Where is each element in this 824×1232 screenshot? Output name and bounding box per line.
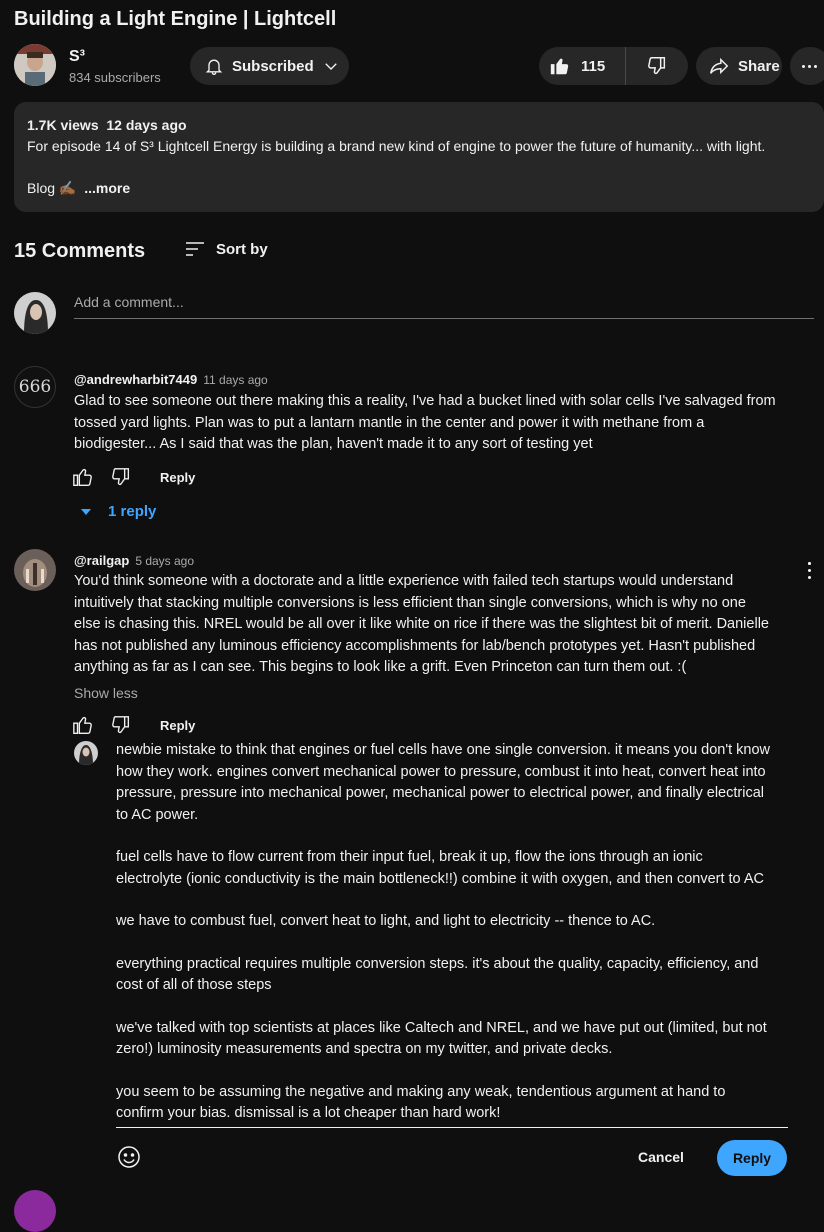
comment-header: @railgap 5 days ago <box>74 552 194 570</box>
more-link[interactable]: ...more <box>84 180 130 196</box>
comment-line: Glad to see someone out there making thi… <box>74 393 776 409</box>
comment-line: tossed yard lights. Plan was to put a la… <box>74 414 705 431</box>
emoji-button[interactable] <box>117 1145 141 1169</box>
reply-button[interactable]: Reply <box>160 718 195 733</box>
comment-line: has not published any luminous efficienc… <box>74 637 756 654</box>
reply-paragraph: newbie mistake to think that engines or … <box>116 742 771 823</box>
more-horiz-icon <box>802 64 817 68</box>
comment-line: You'd think someone with a doctorate and… <box>74 573 734 589</box>
comment-author[interactable]: @railgap <box>74 553 129 568</box>
view-replies-button[interactable]: 1 reply <box>80 503 156 520</box>
video-title: Building a Light Engine | Lightcell <box>14 8 337 30</box>
comment-line: else is chasing this. NREL would be all … <box>74 616 769 632</box>
comment-line: intuitively that stacking multiple conve… <box>74 594 746 611</box>
thumbs-down-icon[interactable] <box>110 466 132 488</box>
submit-reply-button[interactable]: Reply <box>717 1140 787 1176</box>
channel-avatar[interactable] <box>14 44 56 86</box>
view-count: 1.7K views <box>27 117 99 133</box>
add-comment-input[interactable]: Add a comment... <box>74 294 814 319</box>
more-vert-icon <box>807 562 811 579</box>
avatar-text: 666 <box>18 377 52 397</box>
comment-actions: Reply <box>72 714 195 736</box>
reply-paragraph: we've talked with top scientists at plac… <box>116 1019 767 1058</box>
reply-input[interactable]: newbie mistake to think that engines or … <box>116 740 788 1146</box>
description-blog: Blog ✍🏾 ...more <box>27 180 130 197</box>
comment-time[interactable]: 5 days ago <box>135 554 194 568</box>
like-dislike-group: 115 <box>539 47 688 85</box>
thumbs-down-icon <box>646 55 668 77</box>
description-meta: 1.7K views 12 days ago <box>27 117 187 133</box>
comment-text: You'd think someone with a doctorate and… <box>74 571 814 679</box>
dislike-button[interactable] <box>626 47 688 85</box>
comment-avatar[interactable]: 666 <box>14 366 56 408</box>
thumbs-down-icon[interactable] <box>110 714 132 736</box>
more-actions-button[interactable] <box>790 47 824 85</box>
emoji-icon <box>117 1145 141 1169</box>
replies-count: 1 reply <box>108 503 157 520</box>
comment-avatar[interactable] <box>14 1190 56 1232</box>
comment-actions: Reply <box>72 466 195 488</box>
comment-count: 15 Comments <box>14 240 146 262</box>
sort-by-button[interactable]: Sort by <box>184 240 268 258</box>
chevron-down-icon <box>80 506 92 518</box>
reply-paragraph: you seem to be assuming the negative and… <box>116 1083 726 1122</box>
reply-input-underline <box>116 1127 788 1128</box>
comment-header: @andrewharbit7449 11 days ago <box>74 371 268 389</box>
reply-paragraph: everything practical requires multiple c… <box>116 955 759 994</box>
reply-user-avatar <box>74 741 98 765</box>
description-box[interactable]: 1.7K views 12 days ago For episode 14 of… <box>14 102 824 212</box>
subscribed-label: Subscribed <box>232 57 314 75</box>
sort-icon <box>184 240 206 258</box>
share-label: Share <box>738 57 780 75</box>
thumbs-up-icon[interactable] <box>72 714 94 736</box>
like-count: 115 <box>581 57 606 75</box>
thumbs-up-icon <box>549 55 571 77</box>
reply-paragraph: we have to combust fuel, convert heat to… <box>116 913 656 929</box>
comment-avatar[interactable] <box>14 549 56 591</box>
upload-age: 12 days ago <box>106 117 187 133</box>
share-icon <box>708 55 730 77</box>
share-button[interactable]: Share <box>696 47 782 85</box>
comment-line: anything as far as I can see. This begin… <box>74 659 687 675</box>
user-avatar <box>14 292 56 334</box>
reply-paragraph: fuel cells have to flow current from the… <box>116 849 764 887</box>
subscribed-button[interactable]: Subscribed <box>190 47 349 85</box>
comment-time[interactable]: 11 days ago <box>203 373 268 387</box>
comment-author[interactable]: @andrewharbit7449 <box>74 372 197 387</box>
channel-name[interactable]: S³ <box>69 48 85 66</box>
chevron-down-icon <box>322 57 340 75</box>
thumbs-up-icon[interactable] <box>72 466 94 488</box>
sort-by-label: Sort by <box>216 240 268 258</box>
reply-button[interactable]: Reply <box>160 470 195 485</box>
description-text: For episode 14 of S³ Lightcell Energy is… <box>27 138 766 154</box>
comment-line: biodigester... As I said that was the pl… <box>74 436 593 452</box>
cancel-button[interactable]: Cancel <box>638 1149 684 1165</box>
subscriber-count: 834 subscribers <box>69 70 161 85</box>
like-button[interactable]: 115 <box>539 47 627 85</box>
show-less-button[interactable]: Show less <box>74 685 138 701</box>
blog-text: Blog ✍🏾 <box>27 180 77 196</box>
comment-text: Glad to see someone out there making thi… <box>74 391 814 456</box>
bell-icon <box>204 56 224 76</box>
